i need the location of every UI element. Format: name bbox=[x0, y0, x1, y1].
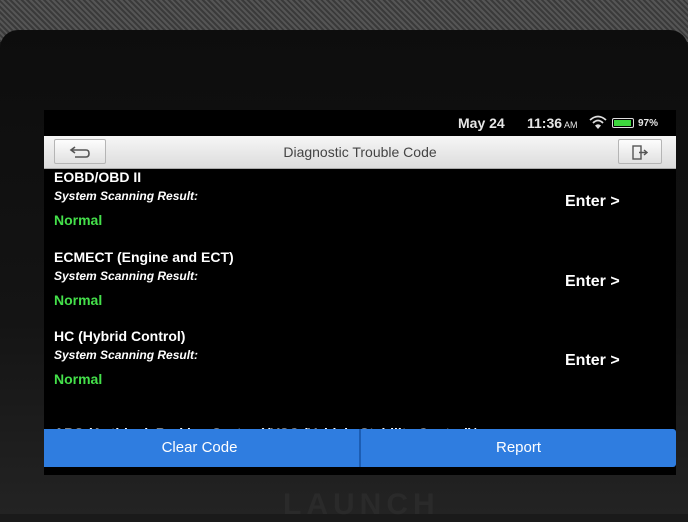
scan-result-label: System Scanning Result: bbox=[54, 348, 199, 362]
status-bar: May 24 11:36 AM 97% bbox=[44, 110, 676, 136]
scan-status: Normal bbox=[54, 292, 103, 308]
system-item-ecmect: ECMECT (Engine and ECT) System Scanning … bbox=[44, 249, 676, 327]
status-time-value: 11:36 bbox=[527, 115, 563, 131]
system-name: ECMECT (Engine and ECT) bbox=[54, 249, 234, 265]
action-bar: Clear Code Report bbox=[44, 429, 676, 467]
device-screen: May 24 11:36 AM 97% Diagnostic Trouble Co… bbox=[44, 110, 676, 475]
exit-button[interactable] bbox=[618, 139, 662, 164]
status-time: 11:36 AM bbox=[527, 115, 578, 131]
enter-button[interactable]: Enter > bbox=[565, 193, 620, 211]
enter-button[interactable]: Enter > bbox=[565, 352, 620, 370]
status-ampm: AM bbox=[564, 120, 578, 130]
scan-status: Normal bbox=[54, 371, 103, 387]
page-title: Diagnostic Trouble Code bbox=[283, 144, 437, 160]
status-date: May 24 bbox=[458, 115, 505, 131]
brand-logo: LAUNCH bbox=[283, 488, 440, 521]
system-name: EOBD/OBD II bbox=[54, 169, 142, 185]
clear-code-button[interactable]: Clear Code bbox=[44, 429, 359, 467]
scan-result-label: System Scanning Result: bbox=[54, 189, 199, 203]
wifi-icon bbox=[589, 115, 607, 129]
battery-fill bbox=[614, 120, 632, 126]
enter-button[interactable]: Enter > bbox=[565, 273, 620, 291]
report-button[interactable]: Report bbox=[361, 429, 676, 467]
battery-percent: 97% bbox=[638, 118, 659, 129]
battery-icon bbox=[612, 118, 634, 128]
exit-icon bbox=[632, 145, 648, 160]
title-bar: Diagnostic Trouble Code bbox=[44, 136, 676, 169]
system-name: HC (Hybrid Control) bbox=[54, 328, 186, 344]
system-list: EOBD/OBD II System Scanning Result: Norm… bbox=[44, 169, 676, 441]
system-item-hc: HC (Hybrid Control) System Scanning Resu… bbox=[44, 328, 676, 406]
scan-status: Normal bbox=[54, 212, 103, 228]
scan-result-label: System Scanning Result: bbox=[54, 269, 199, 283]
system-item-eobd: EOBD/OBD II System Scanning Result: Norm… bbox=[44, 169, 676, 247]
